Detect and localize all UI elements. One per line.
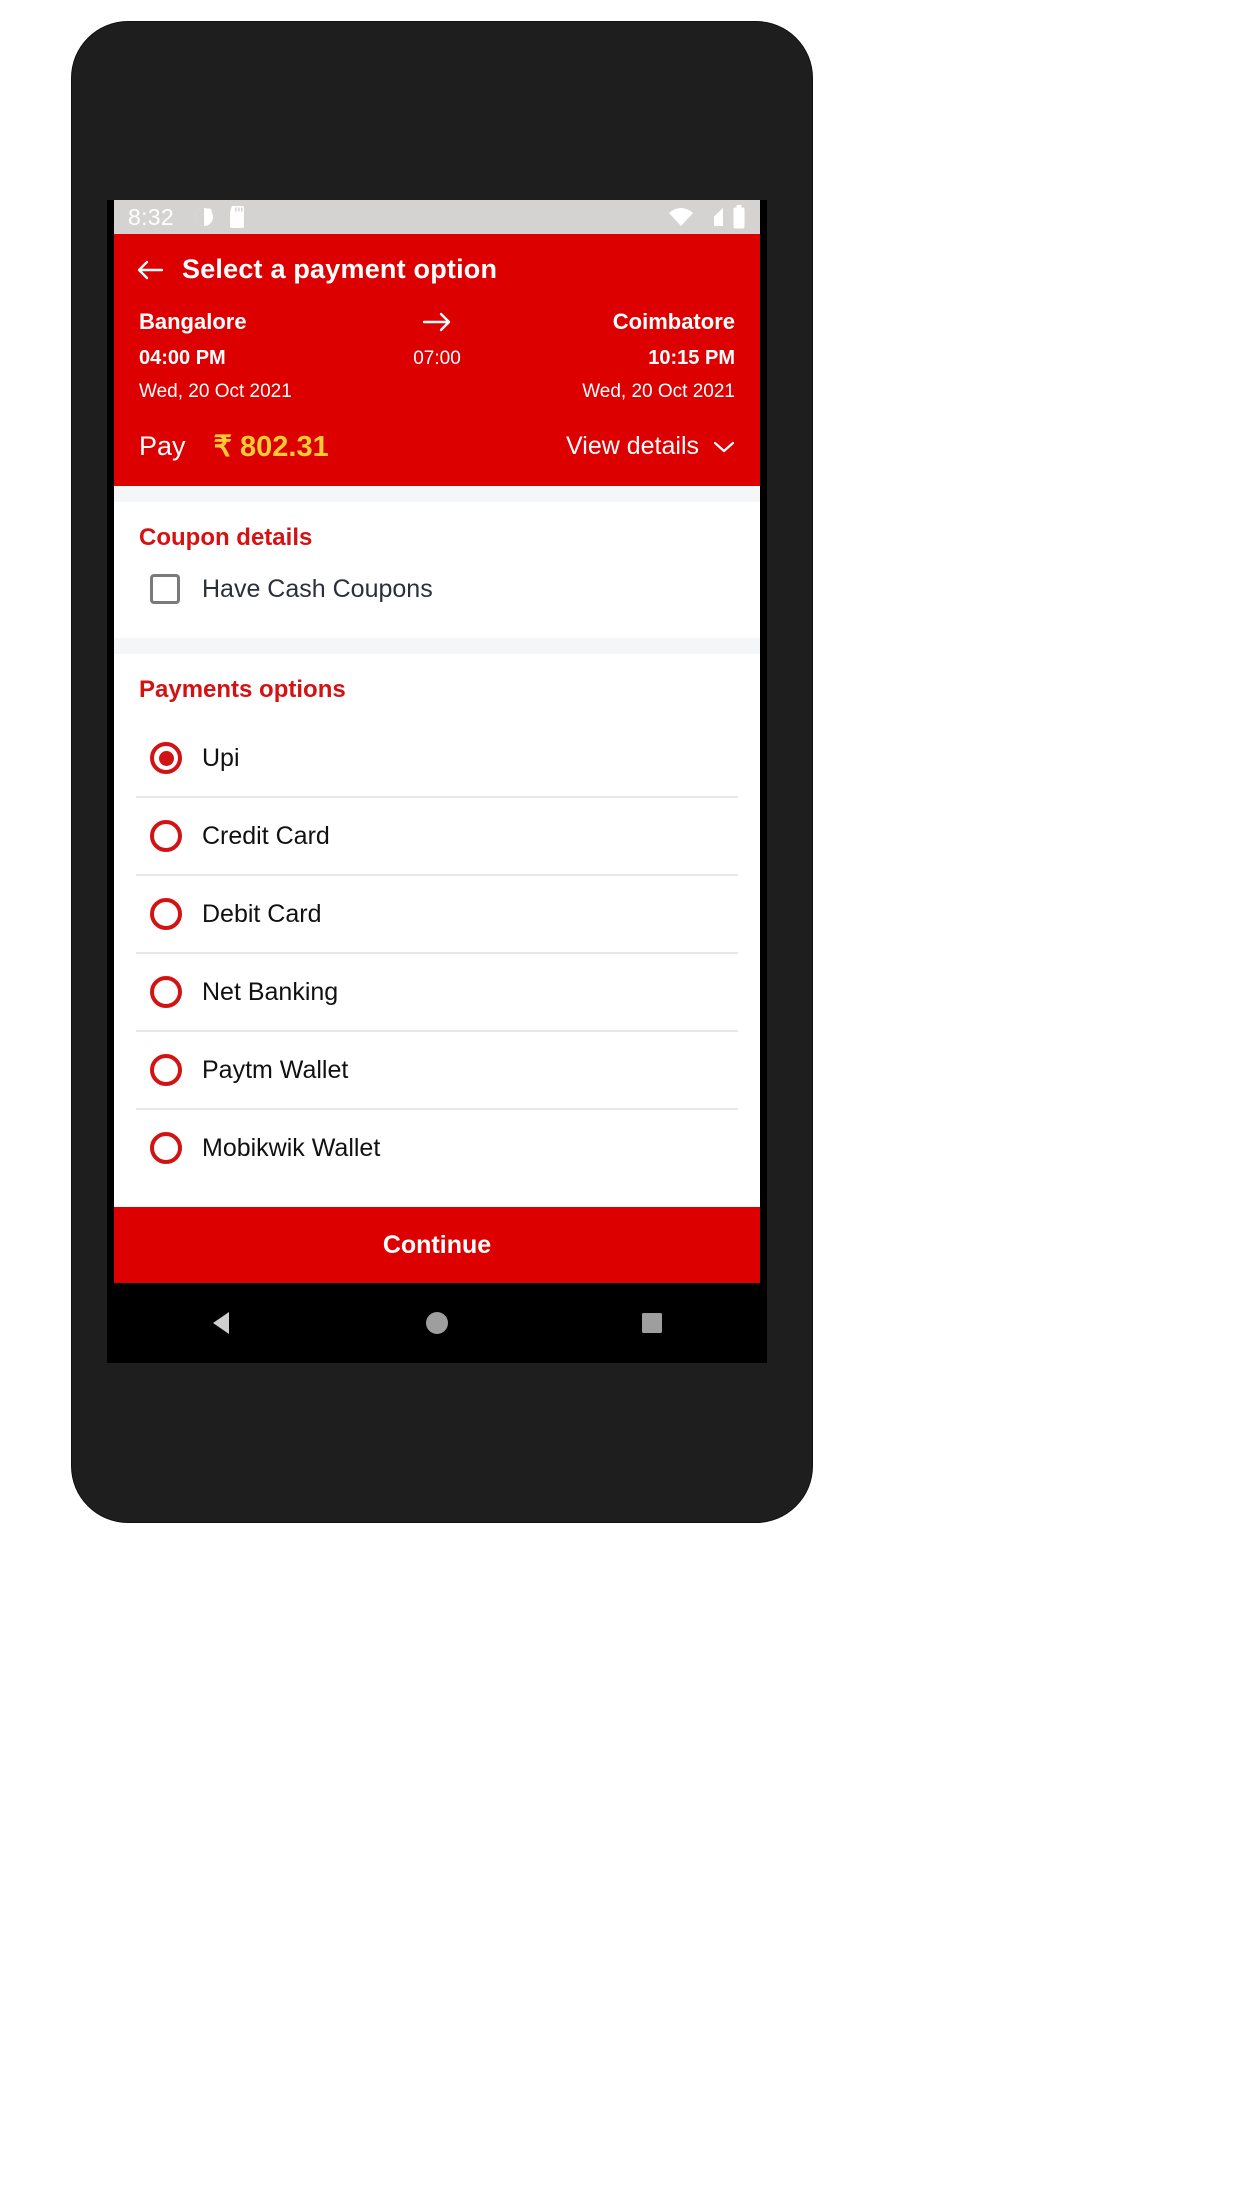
chevron-down-icon xyxy=(713,440,735,454)
arrow-right-icon xyxy=(422,311,452,333)
coupon-section-title: Coupon details xyxy=(139,524,313,551)
section-gap-middle xyxy=(114,638,760,654)
nav-back-triangle-icon[interactable] xyxy=(207,1308,237,1338)
destination-date: Wed, 20 Oct 2021 xyxy=(582,381,735,402)
app-bar: Select a payment option Bangalore Coimba… xyxy=(114,234,760,486)
wifi-icon xyxy=(668,207,694,227)
have-cash-coupons-label: Have Cash Coupons xyxy=(202,574,433,603)
journey-duration: 07:00 xyxy=(413,347,461,369)
coupon-details-card: Coupon details Have Cash Coupons xyxy=(114,502,760,638)
radio-debit-card[interactable] xyxy=(150,898,182,930)
payment-option-label: Debit Card xyxy=(202,899,322,928)
radio-mobikwik-wallet[interactable] xyxy=(150,1132,182,1164)
radio-credit-card[interactable] xyxy=(150,820,182,852)
payment-option-label: Credit Card xyxy=(202,821,330,850)
payment-option-upi[interactable]: Upi xyxy=(136,720,738,798)
battery-icon xyxy=(732,205,746,229)
page-title: Select a payment option xyxy=(182,254,498,284)
view-details-button[interactable]: View details xyxy=(566,432,735,461)
payment-option-net-banking[interactable]: Net Banking xyxy=(136,954,738,1032)
fare-amount: ₹ 802.31 xyxy=(213,431,329,463)
origin-time: 04:00 PM xyxy=(139,347,226,369)
signal-icon xyxy=(701,207,725,227)
continue-button[interactable]: Continue xyxy=(114,1207,760,1283)
origin-date: Wed, 20 Oct 2021 xyxy=(139,381,292,402)
payment-option-label: Upi xyxy=(202,743,240,772)
alarm-icon xyxy=(192,205,216,229)
back-arrow-icon[interactable] xyxy=(136,256,164,284)
payment-option-credit-card[interactable]: Credit Card xyxy=(136,798,738,876)
radio-net-banking[interactable] xyxy=(150,976,182,1008)
have-cash-coupons-row[interactable]: Have Cash Coupons xyxy=(136,568,738,618)
payment-option-label: Paytm Wallet xyxy=(202,1055,349,1084)
payment-option-label: Net Banking xyxy=(202,977,339,1006)
fare-row: Pay ₹ 802.31 View details xyxy=(136,403,738,486)
payments-options-card: Payments options Upi Credit Card Debit C… xyxy=(114,654,760,1207)
content-area: Coupon details Have Cash Coupons Payment… xyxy=(114,486,760,1207)
have-cash-coupons-checkbox[interactable] xyxy=(150,574,180,604)
section-gap-top xyxy=(114,486,760,502)
radio-paytm-wallet[interactable] xyxy=(150,1054,182,1086)
payment-option-mobikwik-wallet[interactable]: Mobikwik Wallet xyxy=(136,1110,738,1186)
view-details-label: View details xyxy=(566,432,699,460)
status-bar-clock: 8:32 xyxy=(128,203,174,230)
destination-city: Coimbatore xyxy=(612,309,735,334)
pay-label: Pay xyxy=(139,431,186,461)
destination-time: 10:15 PM xyxy=(648,347,735,369)
nav-home-circle-icon[interactable] xyxy=(422,1308,452,1338)
payment-option-debit-card[interactable]: Debit Card xyxy=(136,876,738,954)
status-bar: 8:32 xyxy=(114,200,760,234)
payment-option-paytm-wallet[interactable]: Paytm Wallet xyxy=(136,1032,738,1110)
android-nav-bar xyxy=(114,1283,760,1363)
phone-screen: 8:32 Select a payment option Bangalore C… xyxy=(107,200,767,1363)
sd-card-icon xyxy=(228,205,248,229)
nav-recents-square-icon[interactable] xyxy=(637,1308,667,1338)
origin-city: Bangalore xyxy=(139,309,247,334)
radio-upi[interactable] xyxy=(150,742,182,774)
payment-option-label: Mobikwik Wallet xyxy=(202,1133,381,1162)
payments-section-title: Payments options xyxy=(139,676,346,703)
journey-summary: Bangalore Coimbatore 04:00 PM 07:00 10:1… xyxy=(136,309,738,403)
